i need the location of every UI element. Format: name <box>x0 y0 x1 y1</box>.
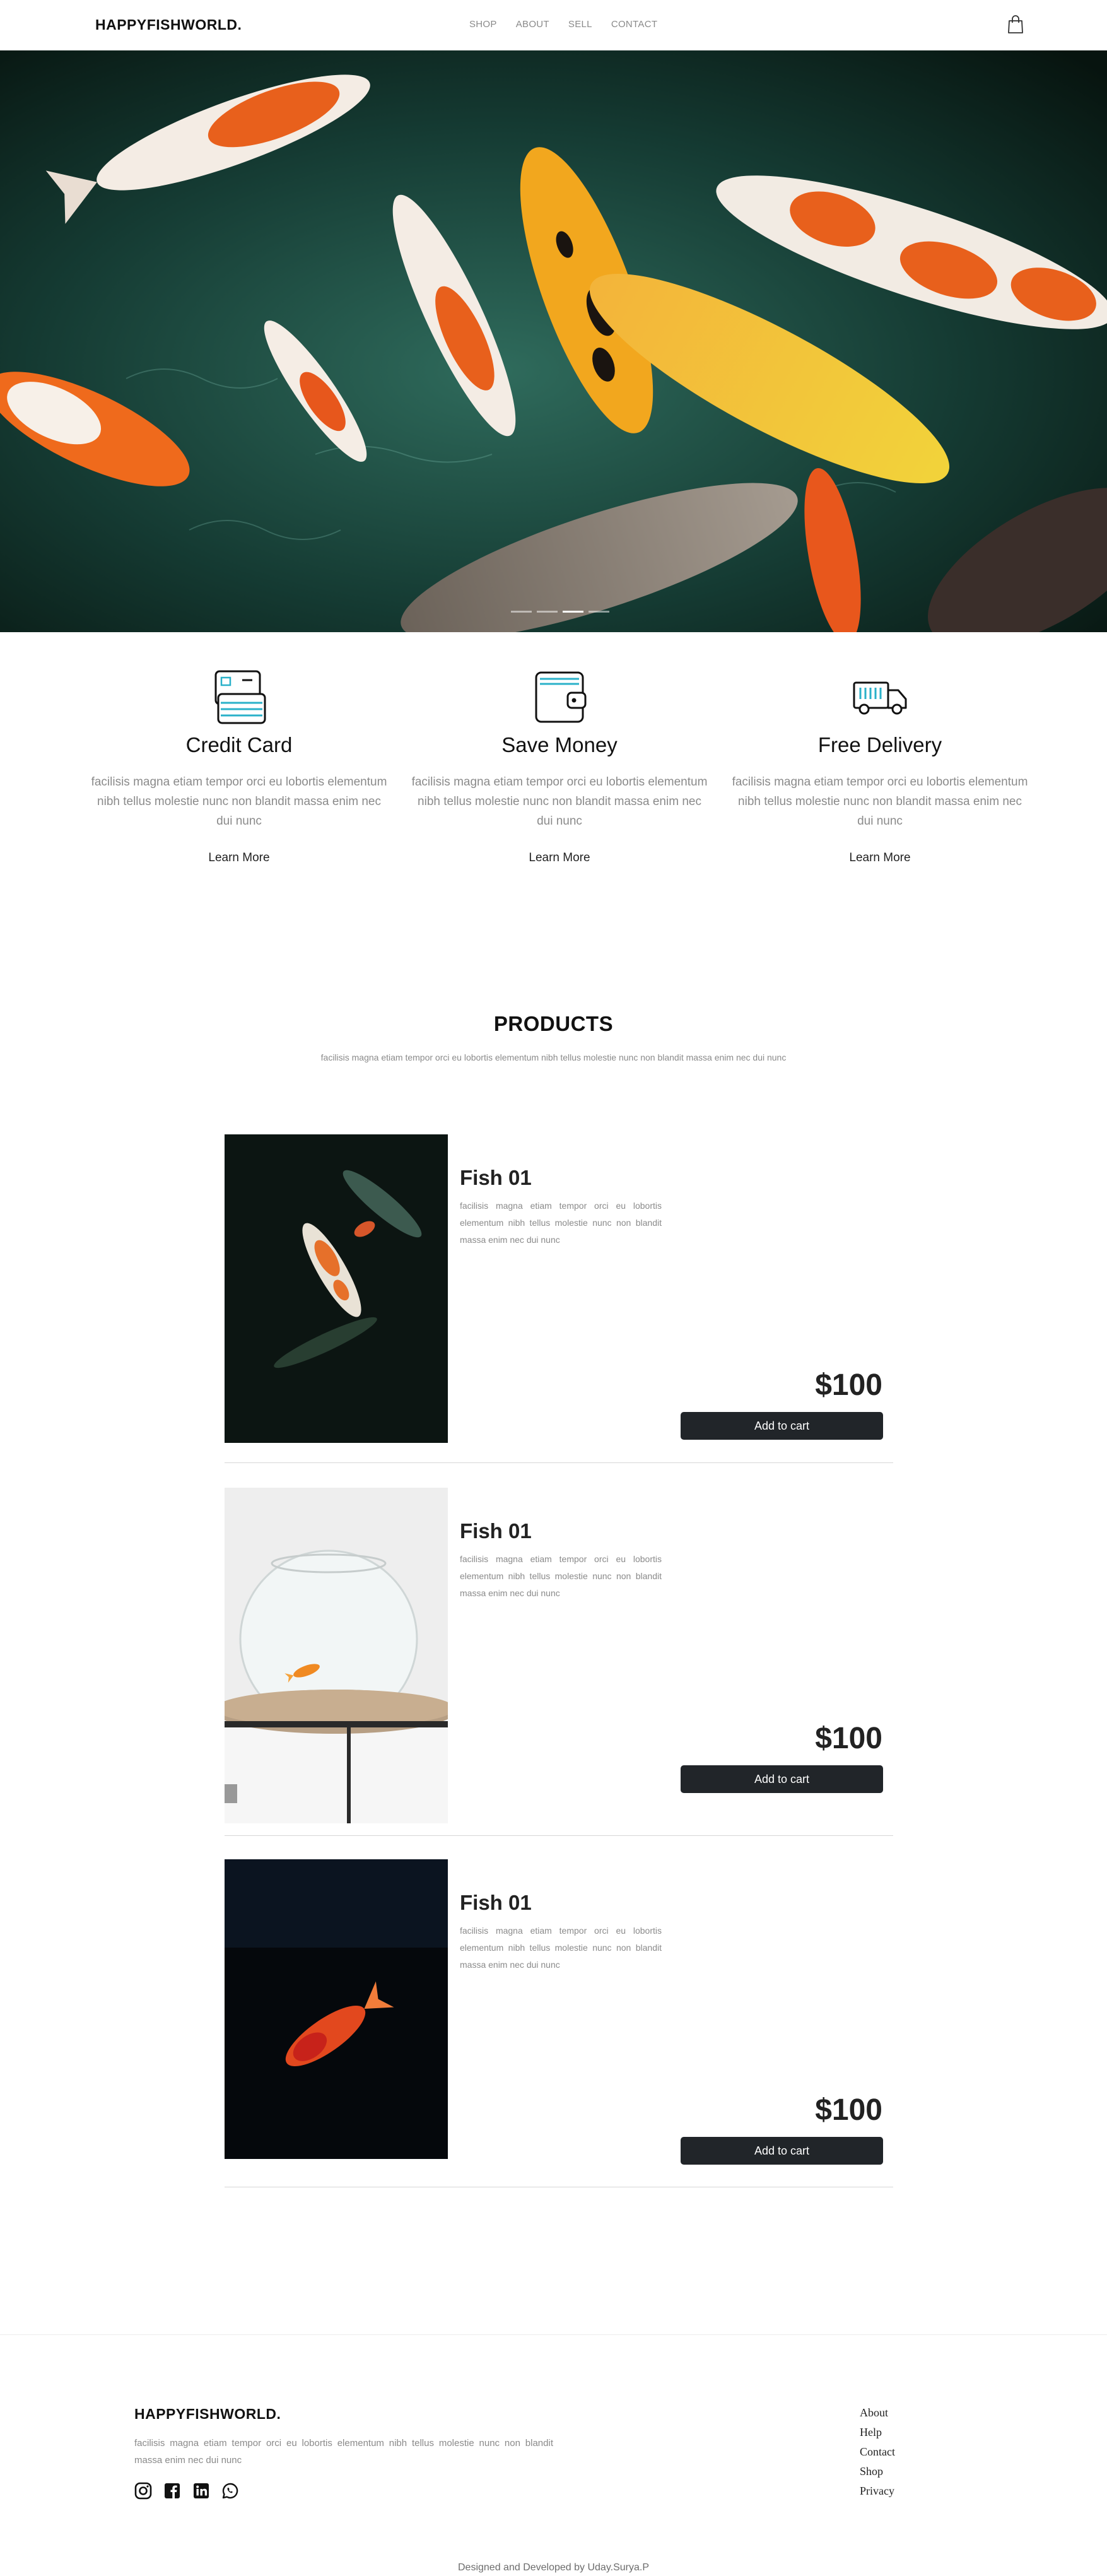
product-name: Fish 01 <box>460 1519 532 1543</box>
product-price: $100 <box>815 1722 882 1755</box>
credit-card-icon <box>214 670 266 724</box>
product-description: facilisis magna etiam tempor orci eu lob… <box>460 1201 662 1245</box>
product-image[interactable] <box>225 1488 448 1823</box>
footer-brand[interactable]: HAPPYFISHWORLD. <box>134 2406 281 2423</box>
nav-link-about[interactable]: ABOUT <box>516 19 549 30</box>
product-card: Fish 01 facilisis magna etiam tempor orc… <box>225 1859 893 2187</box>
instagram-icon[interactable] <box>134 2482 152 2500</box>
footer: HAPPYFISHWORLD. facilisis magna etiam te… <box>0 2334 1107 2576</box>
feature-title: Credit Card <box>185 733 293 756</box>
product-image[interactable] <box>225 1859 448 2159</box>
carousel-indicators <box>511 611 609 613</box>
footer-description: facilisis magna etiam tempor orci eu lob… <box>134 2438 553 2466</box>
product-name: Fish 01 <box>460 1891 532 1914</box>
add-to-cart-button[interactable]: Add to cart <box>681 2137 883 2165</box>
carousel-indicator-3[interactable] <box>563 611 583 613</box>
footer-link-contact[interactable]: Contact <box>860 2442 895 2462</box>
product-card: Fish 01 facilisis magna etiam tempor orc… <box>225 1488 893 1836</box>
feature-title: Free Delivery <box>817 733 942 756</box>
wallet-icon <box>535 671 587 723</box>
add-to-cart-button[interactable]: Add to cart <box>681 1765 883 1793</box>
footer-link-help[interactable]: Help <box>860 2423 895 2442</box>
learn-more-link[interactable]: Learn More <box>529 851 590 865</box>
footer-link-about[interactable]: About <box>860 2403 895 2423</box>
feature-text: facilisis magna etiam tempor orci eu lob… <box>411 775 708 828</box>
footer-credit: Designed and Developed by Uday.Surya.P <box>458 2562 649 2573</box>
feature-text: facilisis magna etiam tempor orci eu lob… <box>732 775 1028 828</box>
hero-carousel[interactable] <box>0 50 1107 632</box>
delivery-truck-icon <box>853 681 907 715</box>
linkedin-icon[interactable] <box>192 2482 210 2500</box>
learn-more-link[interactable]: Learn More <box>849 851 910 865</box>
footer-link-shop[interactable]: Shop <box>860 2462 895 2481</box>
carousel-indicator-4[interactable] <box>589 611 609 613</box>
footer-link-privacy[interactable]: Privacy <box>860 2481 895 2501</box>
learn-more-link[interactable]: Learn More <box>208 851 269 865</box>
koi-pond-image <box>0 50 1107 632</box>
add-to-cart-button[interactable]: Add to cart <box>681 1412 883 1440</box>
product-name: Fish 01 <box>460 1166 532 1189</box>
product-image[interactable] <box>225 1134 448 1443</box>
product-description: facilisis magna etiam tempor orci eu lob… <box>460 1926 662 1970</box>
social-links <box>134 2482 239 2500</box>
nav-link-contact[interactable]: CONTACT <box>611 19 657 30</box>
feature-credit-card: Credit Card facilisis magna etiam tempor… <box>88 669 390 865</box>
footer-links: About Help Contact Shop Privacy <box>860 2403 895 2501</box>
product-price: $100 <box>815 1368 882 1402</box>
carousel-indicator-2[interactable] <box>537 611 558 613</box>
whatsapp-icon[interactable] <box>221 2482 239 2500</box>
products-subtitle: facilisis magna etiam tempor orci eu lob… <box>320 1052 787 1062</box>
facebook-icon[interactable] <box>163 2482 181 2500</box>
navbar: HAPPYFISHWORLD. SHOP ABOUT SELL CONTACT <box>0 0 1107 50</box>
product-description: facilisis magna etiam tempor orci eu lob… <box>460 1554 662 1598</box>
products-title: PRODUCTS <box>493 1012 614 1035</box>
nav-links: SHOP ABOUT SELL CONTACT <box>469 19 676 30</box>
feature-free-delivery: Free Delivery facilisis magna etiam temp… <box>729 669 1031 865</box>
brand-logo[interactable]: HAPPYFISHWORLD. <box>95 16 242 33</box>
feature-save-money: Save Money facilisis magna etiam tempor … <box>408 669 711 865</box>
nav-link-sell[interactable]: SELL <box>568 19 592 30</box>
feature-text: facilisis magna etiam tempor orci eu lob… <box>91 775 387 828</box>
feature-title: Save Money <box>501 733 618 756</box>
product-card: Fish 01 facilisis magna etiam tempor orc… <box>225 1134 893 1463</box>
nav-link-shop[interactable]: SHOP <box>469 19 497 30</box>
product-price: $100 <box>815 2093 882 2127</box>
carousel-indicator-1[interactable] <box>511 611 532 613</box>
shopping-bag-icon[interactable] <box>1007 15 1024 34</box>
